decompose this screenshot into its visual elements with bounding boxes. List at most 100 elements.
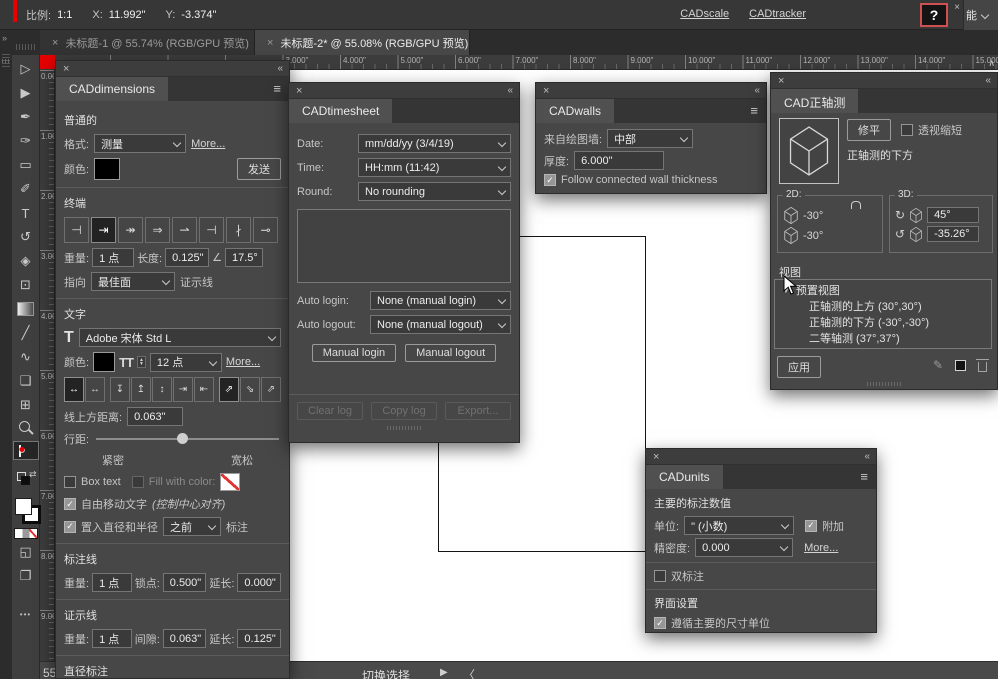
free-move-checkbox[interactable]: ✓ — [64, 498, 76, 510]
fill-stroke-swatches[interactable] — [13, 496, 39, 526]
gradient-tool[interactable]: ▦ — [13, 297, 39, 321]
text-middle-button[interactable]: ↕ — [152, 377, 172, 402]
apply-button[interactable]: 应用 — [777, 356, 821, 378]
tab-cad-axonometric[interactable]: CAD正轴测 — [771, 89, 858, 113]
edit-preset-icon[interactable]: ✎ — [933, 358, 943, 372]
point-to-select[interactable]: 最佳面 — [91, 272, 175, 291]
fill-with-color-checkbox[interactable] — [132, 476, 144, 488]
tab-cadwalls[interactable]: CADwalls — [536, 99, 614, 123]
auto-logout-select[interactable]: None (manual logout) — [370, 315, 511, 334]
time-select[interactable]: HH:mm (11:42) — [358, 158, 511, 177]
place-diameter-checkbox[interactable]: ✓ — [64, 521, 76, 533]
round-select[interactable]: No rounding — [358, 182, 511, 201]
foreshorten-checkbox[interactable] — [901, 124, 913, 136]
above-line-input[interactable]: 0.063" — [127, 407, 183, 426]
manual-logout-button[interactable]: Manual logout — [405, 344, 496, 362]
panel-menu-icon[interactable]: ≡ — [742, 99, 766, 123]
default-fill-stroke[interactable]: ⇄ — [13, 466, 39, 490]
panel-collapse-icon[interactable]: « — [277, 63, 282, 74]
dimension-color-swatch[interactable] — [94, 158, 120, 180]
view-preset-item[interactable]: 正轴测的上方 (30°,30°) — [775, 298, 991, 314]
terminal-weight-input[interactable]: 1 点 — [92, 248, 134, 267]
rotate-tool[interactable]: ↺ — [13, 225, 39, 249]
eraser-tool[interactable]: ◈ — [13, 249, 39, 273]
tab-cadtimesheet[interactable]: CADtimesheet — [289, 99, 392, 123]
terminal-dot-button[interactable]: ⊸ — [253, 217, 278, 243]
place-diameter-select[interactable]: 之前 — [163, 517, 221, 536]
font-size-select[interactable]: 12 点 — [150, 353, 222, 372]
toolbar-grip[interactable] — [16, 44, 36, 50]
units-more-link[interactable]: More... — [804, 542, 838, 554]
draw-mode[interactable]: ◱ — [13, 540, 39, 564]
terminal-angle-input[interactable]: 17.5° — [225, 248, 263, 267]
help-button[interactable]: ? — [920, 3, 948, 27]
terminal-filled-arrow-button[interactable]: ⇒ — [145, 217, 170, 243]
follow-primary-checkbox[interactable]: ✓ — [654, 617, 666, 629]
format-select[interactable]: 测量 — [94, 134, 186, 153]
manual-login-button[interactable]: Manual login — [312, 344, 396, 362]
cadtracker-link[interactable]: CADtracker — [749, 8, 806, 20]
export-button[interactable]: Export... — [445, 402, 511, 420]
axis-left-angle-value[interactable]: -30° — [803, 210, 823, 222]
terminal-tick-button[interactable]: ⊣ — [64, 217, 89, 243]
panel-close-icon[interactable]: × — [543, 86, 549, 96]
triangle-down-icon[interactable]: ▼ — [782, 286, 790, 295]
dimline-weight-input[interactable]: 1 点 — [92, 573, 132, 592]
font-size-stepper[interactable]: ▲▼ — [137, 356, 146, 368]
tab-close-icon[interactable]: × — [52, 37, 58, 49]
text-between-lines-button[interactable]: ↔ — [64, 377, 84, 402]
color-gradient-none-strip[interactable] — [13, 526, 39, 540]
text-diagonal-above-button[interactable]: ⇘ — [240, 377, 260, 402]
box-text-checkbox[interactable] — [64, 476, 76, 488]
rotation-angle-input[interactable]: 45° — [927, 207, 979, 223]
presets-header-row[interactable]: ▼ 预置视图 — [775, 282, 991, 298]
delete-preset-icon[interactable] — [978, 362, 987, 372]
dock-grip[interactable] — [2, 54, 10, 68]
format-more-link[interactable]: More... — [191, 138, 225, 150]
panel-collapse-icon[interactable]: « — [754, 85, 759, 96]
dimline-ext-input[interactable]: 0.000" — [237, 573, 281, 592]
clear-log-button[interactable]: Clear log — [297, 402, 363, 420]
docked-panel-cut[interactable]: 能 — [963, 0, 998, 30]
text-top-button[interactable]: ↧ — [110, 377, 130, 402]
y-value[interactable]: -3.374" — [181, 9, 216, 21]
view-preset-item[interactable]: 二等轴测 (37°,37°) — [775, 330, 991, 346]
panel-close-icon[interactable]: × — [778, 76, 784, 86]
panel-resize-grip[interactable] — [297, 425, 511, 431]
expand-dock-icon[interactable]: » — [2, 33, 7, 43]
flatten-button[interactable]: 修平 — [847, 119, 891, 141]
eyedropper-tool[interactable]: ╱ — [13, 321, 39, 345]
document-tab[interactable]: ×未标题-1 @ 55.74% (RGB/GPU 预览) — [40, 30, 255, 55]
dimline-snap-input[interactable]: 0.500" — [163, 573, 207, 592]
panel-resize-grip[interactable] — [771, 381, 997, 387]
panel-close-icon[interactable]: × — [63, 64, 69, 74]
isometric-cube-preview[interactable] — [779, 118, 839, 184]
panel-collapse-icon[interactable]: « — [507, 85, 512, 96]
text-left-button[interactable]: ⇤ — [194, 377, 214, 402]
pen-tool[interactable]: ✒ — [13, 105, 39, 129]
artboard-tool[interactable] — [13, 441, 39, 460]
font-select[interactable]: Adobe 宋体 Std L — [79, 328, 281, 347]
terminal-small-tick-button[interactable]: ⊣ — [199, 217, 224, 243]
timesheet-log-area[interactable] — [297, 209, 511, 283]
tab-cadunits[interactable]: CADunits — [646, 465, 723, 489]
more-tools[interactable]: ••• — [13, 602, 39, 626]
next-artboard-icon[interactable]: ▶ — [440, 667, 448, 678]
text-diagonal-free-button[interactable]: ⇗ — [261, 377, 281, 402]
follow-wall-checkbox[interactable]: ✓ — [544, 174, 556, 186]
screen-mode[interactable]: ❐ — [13, 564, 39, 588]
text-middle-up-button[interactable]: ↥ — [131, 377, 151, 402]
selection-tool[interactable]: ▷ — [13, 57, 39, 81]
leading-slider-knob[interactable] — [177, 433, 188, 444]
type-tool[interactable]: T — [13, 201, 39, 225]
scale-value[interactable]: 1:1 — [57, 9, 72, 21]
rectangle-tool[interactable]: ▭ — [13, 153, 39, 177]
x-value[interactable]: 11.992" — [109, 9, 146, 21]
date-select[interactable]: mm/dd/yy (3/4/19) — [358, 134, 511, 153]
dual-dimension-checkbox[interactable] — [654, 570, 666, 582]
unit-select[interactable]: " (小数) — [684, 516, 794, 535]
symbol-sprayer-tool[interactable]: ∿ — [13, 345, 39, 369]
leading-slider[interactable] — [96, 438, 279, 440]
text-aligned-diagonal-button[interactable]: ⇗ — [219, 377, 239, 402]
text-color-swatch[interactable] — [93, 352, 115, 372]
